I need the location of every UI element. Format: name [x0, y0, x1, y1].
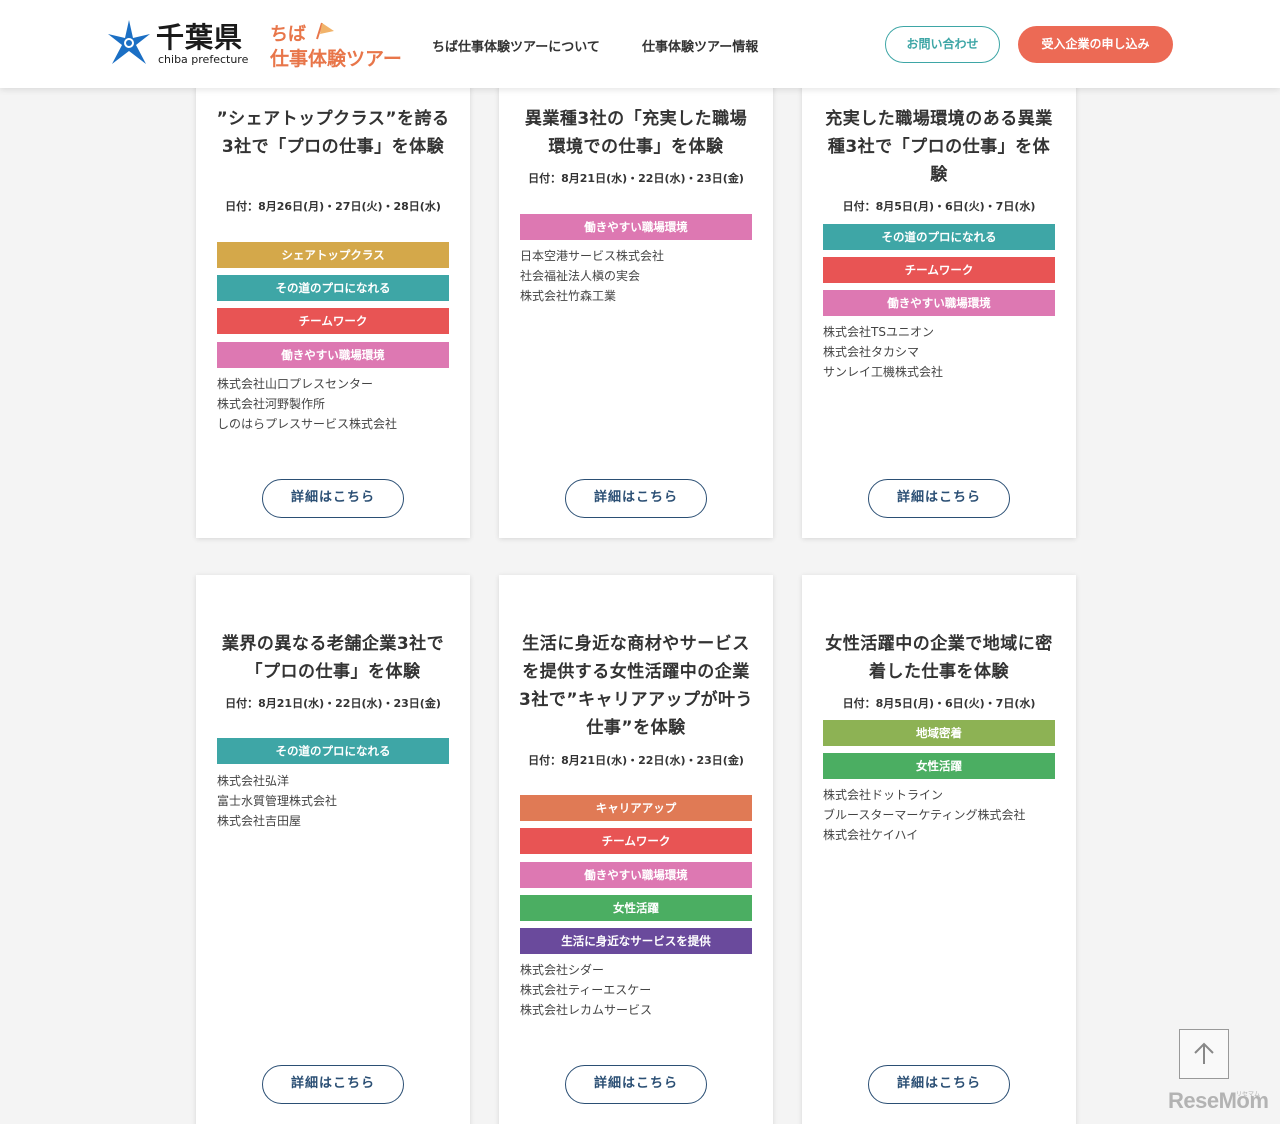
apply-button[interactable]: 受入企業の申し込み: [1018, 26, 1173, 63]
card-title: ”シェアトップクラス”を誇る3社で「プロの仕事」を体験: [216, 109, 450, 157]
company-name: 株式会社ドットライン: [823, 788, 944, 802]
tag: チームワーク: [520, 828, 752, 854]
tag: 働きやすい職場環境: [520, 862, 752, 888]
nav-tour-info[interactable]: 仕事体験ツアー情報: [642, 36, 758, 55]
card-date: 日付：8月5日(月)・6日(火)・7日(水): [842, 697, 1036, 710]
company-list: 株式会社弘洋 富士水質管理株式会社 株式会社吉田屋: [217, 771, 457, 831]
tour-card: 充実した職場環境のある異業種3社で「プロの仕事」を体験 日付：8月5日(月)・6…: [802, 82, 1076, 538]
detail-button[interactable]: 詳細はこちら: [565, 479, 707, 518]
tag: その道のプロになれる: [823, 224, 1055, 250]
tour-card: 女性活躍中の企業で地域に密着した仕事を体験 日付：8月5日(月)・6日(火)・7…: [802, 575, 1076, 1124]
tour-card: 生活に身近な商材やサービスを提供する女性活躍中の企業3社で”キャリアアップが叶う…: [499, 575, 773, 1124]
card-date: 日付：8月21日(水)・22日(水)・23日(金): [528, 172, 744, 185]
tour-logo-line1: ちば: [270, 24, 306, 45]
tag: 地域密着: [823, 720, 1055, 746]
company-name: 株式会社竹森工業: [520, 289, 617, 303]
company-name: 株式会社吉田屋: [217, 814, 302, 828]
watermark-small-text: リセマム: [1236, 1091, 1261, 1098]
company-name: ブルースターマーケティング株式会社: [823, 808, 1026, 822]
chiba-star-icon: [108, 20, 150, 64]
card-date: 日付：8月21日(水)・22日(水)・23日(金): [528, 754, 744, 767]
company-name: 社会福祉法人槇の実会: [520, 269, 641, 283]
company-name: 富士水質管理株式会社: [217, 794, 338, 808]
company-name: 株式会社山口プレスセンター: [217, 377, 374, 391]
company-list: 株式会社TSユニオン 株式会社タカシマ サンレイ工機株式会社: [823, 322, 1063, 382]
company-name: 株式会社ケイハイ: [823, 828, 919, 842]
company-name: 株式会社レカムサービス: [520, 1003, 653, 1017]
tour-card: 異業種3社の「充実した職場環境での仕事」を体験 日付：8月21日(水)・22日(…: [499, 82, 773, 538]
card-title: 業界の異なる老舗企業3社で「プロの仕事」を体験: [221, 634, 445, 682]
tour-card: 業界の異なる老舗企業3社で「プロの仕事」を体験 日付：8月21日(水)・22日(…: [196, 575, 470, 1124]
tag: その道のプロになれる: [217, 275, 449, 301]
company-name: 株式会社弘洋: [217, 774, 290, 788]
company-name: 株式会社TSユニオン: [823, 325, 934, 339]
company-list: 日本空港サービス株式会社 社会福祉法人槇の実会 株式会社竹森工業: [520, 246, 760, 306]
site-header: 千葉県 chiba prefecture ちば 仕事体験ツアー ちば仕事体験ツア…: [0, 0, 1280, 88]
card-date: 日付：8月21日(水)・22日(水)・23日(金): [225, 697, 441, 710]
company-list: 株式会社山口プレスセンター 株式会社河野製作所 しのはらプレスサービス株式会社: [217, 374, 457, 434]
tag: その道のプロになれる: [217, 738, 449, 764]
tag: 働きやすい職場環境: [520, 214, 752, 240]
tag: 働きやすい職場環境: [823, 290, 1055, 316]
tag: チームワーク: [823, 257, 1055, 283]
tag: 生活に身近なサービスを提供: [520, 928, 752, 954]
nav-about[interactable]: ちば仕事体験ツアーについて: [432, 36, 600, 55]
company-list: 株式会社ドットライン ブルースターマーケティング株式会社 株式会社ケイハイ: [823, 785, 1063, 845]
card-title: 生活に身近な商材やサービスを提供する女性活躍中の企業3社で”キャリアアップが叶う…: [519, 634, 754, 738]
flag-icon: [316, 22, 334, 40]
card-title: 異業種3社の「充実した職場環境での仕事」を体験: [524, 109, 748, 157]
company-name: しのはらプレスサービス株式会社: [217, 417, 398, 431]
contact-button[interactable]: お問い合わせ: [885, 26, 1000, 63]
card-title: 女性活躍中の企業で地域に密着した仕事を体験: [825, 634, 1053, 682]
detail-button[interactable]: 詳細はこちら: [565, 1065, 707, 1104]
detail-button[interactable]: 詳細はこちら: [868, 1065, 1010, 1104]
company-name: 株式会社タカシマ: [823, 345, 920, 359]
logo-text-jp: 千葉県: [156, 21, 244, 54]
back-to-top-button[interactable]: [1179, 1029, 1229, 1079]
company-name: サンレイ工機株式会社: [823, 365, 944, 379]
company-name: 株式会社ティーエスケー: [520, 983, 652, 997]
card-date: 日付：8月26日(月)・27日(火)・28日(水): [225, 200, 441, 213]
tag: 女性活躍: [520, 895, 752, 921]
tag: キャリアアップ: [520, 795, 752, 821]
tour-logo[interactable]: ちば 仕事体験ツアー: [270, 20, 415, 72]
tag: 女性活躍: [823, 753, 1055, 779]
logo-text-en: chiba prefecture: [158, 53, 249, 66]
tour-logo-line2: 仕事体験ツアー: [270, 48, 402, 70]
tag: 働きやすい職場環境: [217, 342, 449, 368]
tag: チームワーク: [217, 308, 449, 334]
tour-card: ”シェアトップクラス”を誇る3社で「プロの仕事」を体験 日付：8月26日(月)・…: [196, 82, 470, 538]
company-name: 株式会社河野製作所: [217, 397, 326, 411]
company-list: 株式会社シダー 株式会社ティーエスケー 株式会社レカムサービス: [520, 960, 760, 1020]
company-name: 日本空港サービス株式会社: [520, 249, 665, 263]
tag: シェアトップクラス: [217, 242, 449, 268]
detail-button[interactable]: 詳細はこちら: [868, 479, 1010, 518]
chiba-prefecture-logo[interactable]: 千葉県 chiba prefecture: [106, 16, 251, 72]
detail-button[interactable]: 詳細はこちら: [262, 479, 404, 518]
company-name: 株式会社シダー: [520, 963, 605, 977]
arrow-up-icon: [1194, 1042, 1214, 1064]
card-title: 充実した職場環境のある異業種3社で「プロの仕事」を体験: [825, 109, 1053, 185]
detail-button[interactable]: 詳細はこちら: [262, 1065, 404, 1104]
card-date: 日付：8月5日(月)・6日(火)・7日(水): [842, 200, 1036, 213]
